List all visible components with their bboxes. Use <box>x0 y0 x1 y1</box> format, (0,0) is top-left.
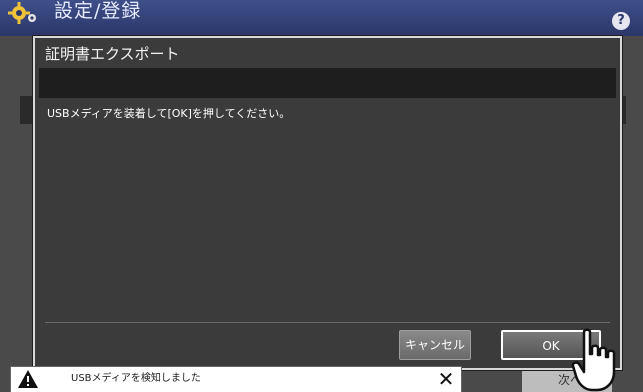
certificate-export-dialog: 証明書エクスポート USBメディアを装着して[OK]を押してください。 キャンセ… <box>33 36 622 370</box>
screen: 設定/登録 ? 次へ 証明書エクスポート USBメディアを装着して[OK]を押し… <box>0 0 643 392</box>
dialog-divider <box>45 322 610 323</box>
app-header: 設定/登録 ? <box>0 0 643 36</box>
dialog-title: 証明書エクスポート <box>45 45 180 63</box>
notification-bar: USBメディアを検知しました ✕ <box>10 366 462 392</box>
dialog-message: USBメディアを装着して[OK]を押してください。 <box>47 107 291 120</box>
close-icon[interactable]: ✕ <box>435 367 457 391</box>
dialog-status-bar <box>39 68 616 98</box>
settings-gear-icon <box>8 2 36 24</box>
page-title: 設定/登録 <box>54 0 142 22</box>
pointing-hand-icon <box>571 328 616 392</box>
background-left-tab <box>20 96 32 124</box>
warning-icon <box>18 370 38 388</box>
notification-text: USBメディアを検知しました <box>71 373 201 384</box>
help-icon[interactable]: ? <box>612 12 630 30</box>
cancel-button[interactable]: キャンセル <box>399 330 471 360</box>
